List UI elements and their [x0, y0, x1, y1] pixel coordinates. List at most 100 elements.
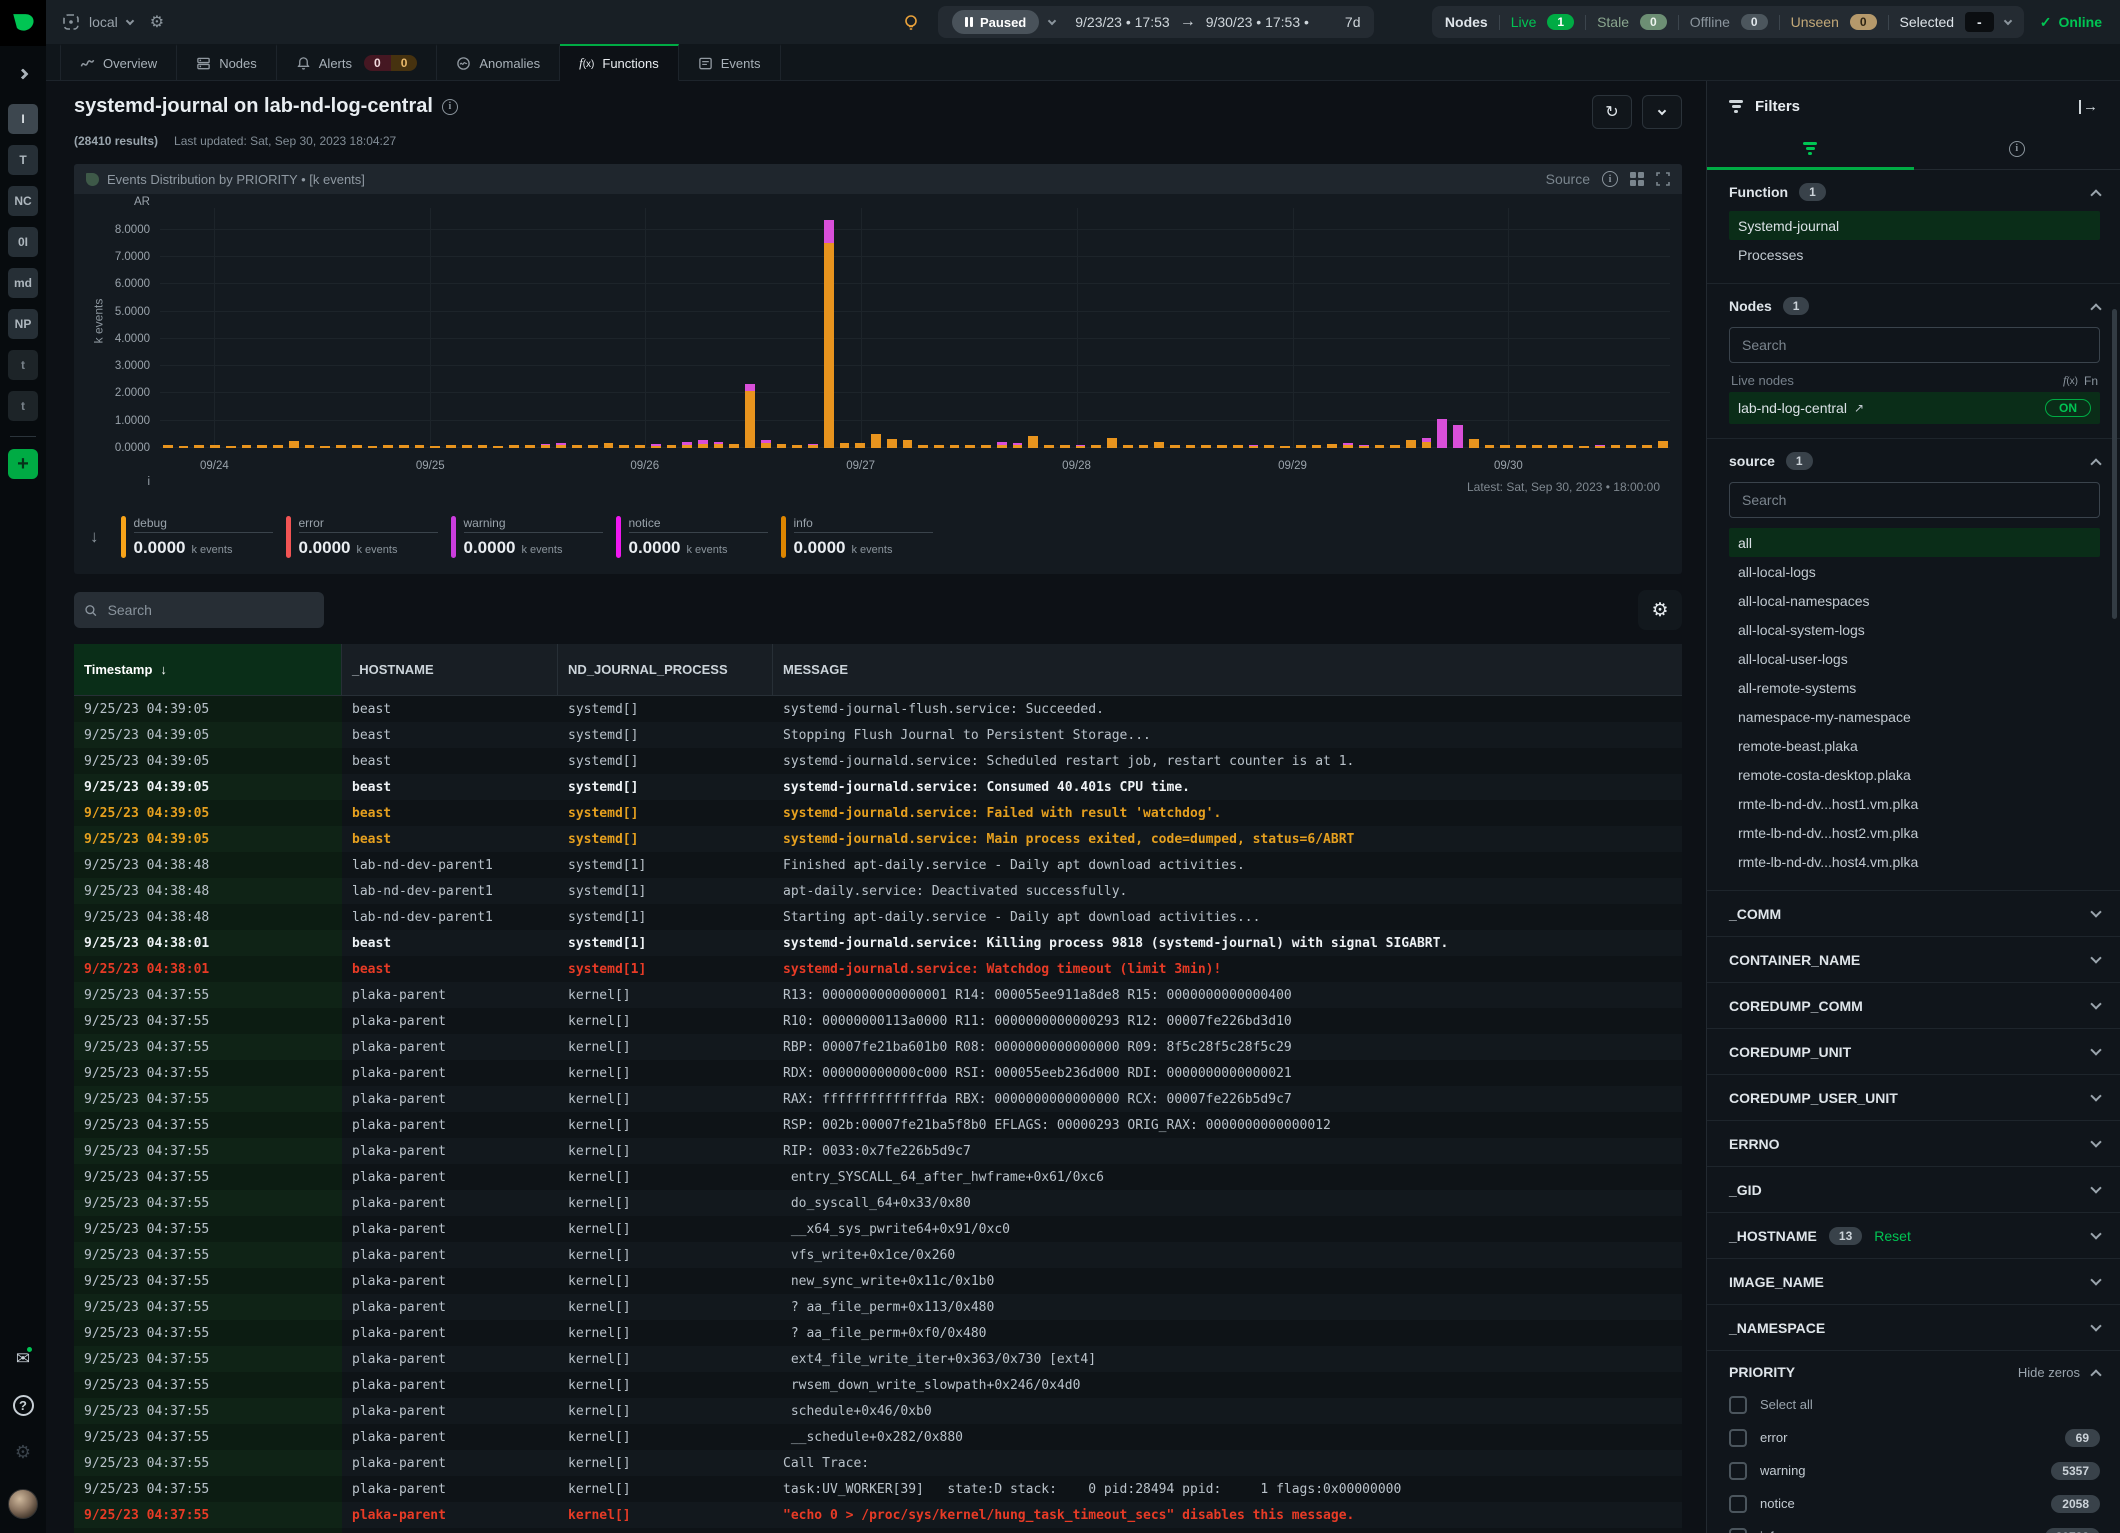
- chart-bar[interactable]: [1576, 208, 1592, 448]
- chart-bar[interactable]: [553, 208, 569, 448]
- chart-bar[interactable]: [1230, 208, 1246, 448]
- chart-bar[interactable]: [1198, 208, 1214, 448]
- chart-bar[interactable]: [1497, 208, 1513, 448]
- space-item-5[interactable]: NP: [8, 309, 38, 339]
- chevron-down-icon[interactable]: [1048, 16, 1057, 25]
- chart-bar[interactable]: [1545, 208, 1561, 448]
- chart-bar[interactable]: [506, 208, 522, 448]
- chart-bar[interactable]: [1419, 208, 1435, 448]
- source-search-input[interactable]: [1740, 491, 2089, 509]
- chart-bar[interactable]: [1073, 208, 1089, 448]
- source-option[interactable]: rmte-lb-nd-dv...host2.vm.plka: [1729, 818, 2100, 847]
- expand-icon[interactable]: [2090, 998, 2102, 1010]
- chart-bar[interactable]: [1372, 208, 1388, 448]
- expand-icon[interactable]: [2090, 952, 2102, 964]
- chart-bar[interactable]: [978, 208, 994, 448]
- chart-bar[interactable]: [758, 208, 774, 448]
- filter-section-errno[interactable]: ERRNO: [1707, 1121, 2120, 1167]
- rail-settings-icon[interactable]: ⚙: [15, 1442, 31, 1463]
- collapse-icon[interactable]: [2090, 1368, 2102, 1381]
- table-row[interactable]: 9/25/23 04:37:55 plaka-parent kernel[] "ech…: [74, 1502, 1682, 1528]
- notifications-icon[interactable]: ✉: [16, 1345, 35, 1369]
- chart-info-icon[interactable]: i: [1602, 171, 1618, 187]
- chevron-down-icon[interactable]: [2003, 16, 2012, 25]
- logs-search[interactable]: [74, 592, 324, 628]
- source-option[interactable]: rmte-lb-nd-dv...host1.vm.plka: [1729, 789, 2100, 818]
- chart-bar[interactable]: [726, 208, 742, 448]
- chart-bar[interactable]: [1309, 208, 1325, 448]
- select-all-checkbox[interactable]: [1729, 1395, 1747, 1414]
- tab-alerts[interactable]: Alerts 0 0: [277, 44, 438, 80]
- chart-bar[interactable]: [254, 208, 270, 448]
- chart-bar[interactable]: [1466, 208, 1482, 448]
- table-row[interactable]: 9/25/23 04:39:05 beast systemd[] systemd-jo…: [74, 696, 1682, 722]
- tab-nodes[interactable]: Nodes: [177, 44, 277, 80]
- hide-zeros-toggle[interactable]: Hide zeros: [2018, 1365, 2080, 1380]
- chart-bar[interactable]: [1434, 208, 1450, 448]
- space-item-7[interactable]: t: [8, 391, 38, 421]
- filter-section-coredump_user_unit[interactable]: COREDUMP_USER_UNIT: [1707, 1075, 2120, 1121]
- selected-value[interactable]: -: [1965, 12, 1994, 32]
- expand-icon[interactable]: [2090, 1274, 2102, 1286]
- filter-section-_hostname[interactable]: _HOSTNAME 13 Reset: [1707, 1213, 2120, 1259]
- chart-bar[interactable]: [223, 208, 239, 448]
- table-row[interactable]: 9/25/23 04:39:05 beast systemd[] systemd-jo…: [74, 748, 1682, 774]
- table-row[interactable]: 9/25/23 04:37:55 plaka-parent kernel[] RAX:…: [74, 1086, 1682, 1112]
- chart-bar[interactable]: [1403, 208, 1419, 448]
- chart-bar[interactable]: [1293, 208, 1309, 448]
- chart-bar[interactable]: [1025, 208, 1041, 448]
- source-search[interactable]: [1729, 482, 2100, 518]
- paused-button[interactable]: Paused: [952, 10, 1040, 34]
- chart-bar[interactable]: [884, 208, 900, 448]
- table-row[interactable]: 9/25/23 04:37:55 plaka-parent kernel[] ext…: [74, 1346, 1682, 1372]
- column-header-timestamp[interactable]: Timestamp ↓: [74, 644, 342, 695]
- chart-bar[interactable]: [664, 208, 680, 448]
- space-item-6[interactable]: t: [8, 350, 38, 380]
- chart-bar[interactable]: [742, 208, 758, 448]
- chart-bar[interactable]: [947, 208, 963, 448]
- expand-icon[interactable]: [2090, 1320, 2102, 1332]
- chart-bar[interactable]: [1136, 208, 1152, 448]
- table-row[interactable]: 9/25/23 04:37:55 plaka-parent kernel[] ent…: [74, 1164, 1682, 1190]
- chart-bar[interactable]: [962, 208, 978, 448]
- chart-bar[interactable]: [1608, 208, 1624, 448]
- chart-bar[interactable]: [585, 208, 601, 448]
- legend-item-notice[interactable]: notice 0.0000 k events: [615, 516, 768, 558]
- reset-button[interactable]: Reset: [1874, 1228, 1911, 1244]
- chart-bar[interactable]: [475, 208, 491, 448]
- filter-section-image_name[interactable]: IMAGE_NAME: [1707, 1259, 2120, 1305]
- chart-bar[interactable]: [1151, 208, 1167, 448]
- table-row[interactable]: 9/25/23 04:39:05 beast systemd[] systemd-jo…: [74, 826, 1682, 852]
- add-space-button[interactable]: +: [8, 449, 38, 479]
- expand-icon[interactable]: [2090, 1044, 2102, 1056]
- chart-bar[interactable]: [1450, 208, 1466, 448]
- table-row[interactable]: 9/25/23 04:37:55 plaka-parent kernel[] RSP:…: [74, 1112, 1682, 1138]
- table-row[interactable]: 9/25/23 04:37:55plaka-parentkernel[] Not…: [74, 1528, 1682, 1533]
- chart-bar[interactable]: [569, 208, 585, 448]
- node-scope-selector[interactable]: local ⚙: [46, 12, 164, 32]
- source-option[interactable]: remote-beast.plaka: [1729, 731, 2100, 760]
- chart-bar[interactable]: [852, 208, 868, 448]
- chart-bar[interactable]: [1639, 208, 1655, 448]
- error-checkbox[interactable]: [1729, 1428, 1747, 1447]
- notice-checkbox[interactable]: [1729, 1494, 1747, 1513]
- warning-checkbox[interactable]: [1729, 1461, 1747, 1480]
- chart-bar[interactable]: [821, 208, 837, 448]
- chart-bar[interactable]: [365, 208, 381, 448]
- chart-bar[interactable]: [1387, 208, 1403, 448]
- table-row[interactable]: 9/25/23 04:37:55 plaka-parent kernel[] __s…: [74, 1424, 1682, 1450]
- chart-bar[interactable]: [1340, 208, 1356, 448]
- table-row[interactable]: 9/25/23 04:38:48 lab-nd-dev-parent1 system…: [74, 878, 1682, 904]
- chart-bar[interactable]: [1324, 208, 1340, 448]
- collapse-header-button[interactable]: [1642, 95, 1682, 129]
- source-option[interactable]: namespace-my-namespace: [1729, 702, 2100, 731]
- table-row[interactable]: 9/25/23 04:37:55 plaka-parent kernel[] RBP:…: [74, 1034, 1682, 1060]
- chart-bar[interactable]: [1183, 208, 1199, 448]
- chart-bar[interactable]: [1041, 208, 1057, 448]
- chart-bar[interactable]: [380, 208, 396, 448]
- chart-bar[interactable]: [333, 208, 349, 448]
- chart-bar[interactable]: [695, 208, 711, 448]
- chart-bar[interactable]: [915, 208, 931, 448]
- chart-bar[interactable]: [490, 208, 506, 448]
- chart-bar[interactable]: [679, 208, 695, 448]
